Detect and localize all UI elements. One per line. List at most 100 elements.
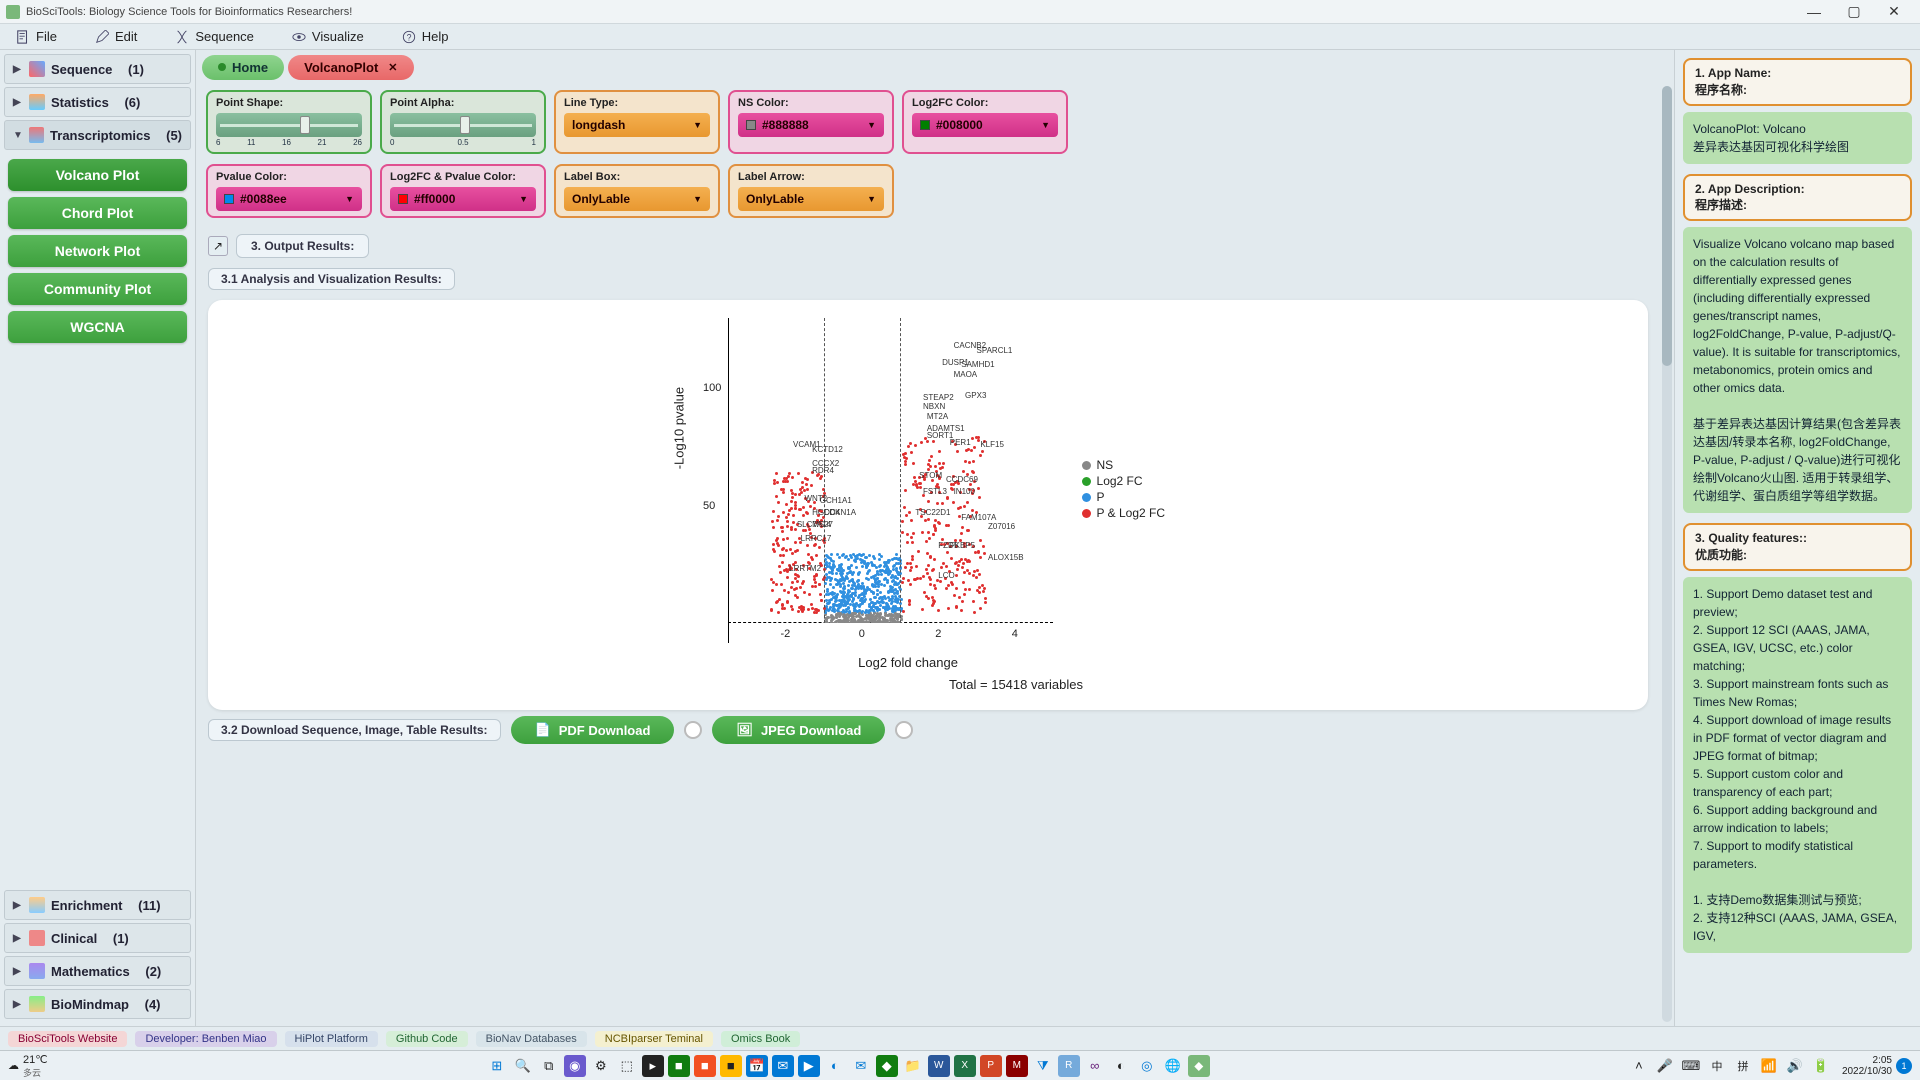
ns-color-select[interactable]: #888888 ▼ <box>738 113 884 137</box>
start-icon[interactable]: ⊞ <box>486 1055 508 1077</box>
battery-icon[interactable]: 🔋 <box>1810 1055 1832 1077</box>
app-icon-10[interactable]: M <box>1006 1055 1028 1077</box>
menu-help[interactable]: ? Help <box>396 27 455 46</box>
clock-date: 2022/10/30 <box>1842 1066 1892 1077</box>
app-icon-2[interactable]: ⬚ <box>616 1055 638 1077</box>
tab-close-icon[interactable]: ✕ <box>388 61 397 74</box>
notification-icon[interactable]: 1 <box>1896 1058 1912 1074</box>
section-analysis-header: 3.1 Analysis and Visualization Results: <box>208 268 455 290</box>
export-icon[interactable]: ↗ <box>208 236 228 256</box>
sidebar-item-chord-plot[interactable]: Chord Plot <box>8 197 187 229</box>
menu-visualize[interactable]: Visualize <box>286 27 370 46</box>
chevron-down-icon: ▼ <box>13 130 23 141</box>
excel-icon[interactable]: X <box>954 1055 976 1077</box>
wifi-icon[interactable]: 📶 <box>1758 1055 1780 1077</box>
math-icon <box>29 963 45 979</box>
app-icon-7[interactable]: ✉ <box>772 1055 794 1077</box>
taskbar-weather[interactable]: ☁ 21℃ 多云 <box>8 1053 48 1079</box>
app-icon-11[interactable]: ◐ <box>1110 1055 1132 1077</box>
app-icon-8[interactable]: ▶ <box>798 1055 820 1077</box>
close-button[interactable]: ✕ <box>1874 1 1914 23</box>
search-icon[interactable]: 🔍 <box>512 1055 534 1077</box>
mail-icon[interactable]: ✉ <box>850 1055 872 1077</box>
home-dot-icon <box>218 63 226 71</box>
both-color-select[interactable]: #ff0000 ▼ <box>390 187 536 211</box>
footer-link-github[interactable]: Github Code <box>386 1031 468 1047</box>
label-box-select[interactable]: OnlyLable ▼ <box>564 187 710 211</box>
sidebar-group-statistics[interactable]: ▶ Statistics (6) <box>4 87 191 117</box>
footer-link-omics[interactable]: Omics Book <box>721 1031 800 1047</box>
menu-file[interactable]: File <box>10 27 63 46</box>
tab-label: Home <box>232 60 268 75</box>
param-point-alpha: Point Alpha: 00.51 <box>380 90 546 154</box>
app-icon-13[interactable]: 🌐 <box>1162 1055 1184 1077</box>
line-type-select[interactable]: longdash ▼ <box>564 113 710 137</box>
point-shape-slider[interactable] <box>216 113 362 137</box>
sidebar-group-sequence[interactable]: ▶ Sequence (1) <box>4 54 191 84</box>
pvalue-color-select[interactable]: #0088ee ▼ <box>216 187 362 211</box>
sidebar-item-wgcna[interactable]: WGCNA <box>8 311 187 343</box>
sidebar: ▶ Sequence (1) ▶ Statistics (6) ▼ Transc… <box>0 50 196 1026</box>
sidebar-item-community-plot[interactable]: Community Plot <box>8 273 187 305</box>
app-icon-3[interactable]: ■ <box>668 1055 690 1077</box>
app-icon-5[interactable]: ■ <box>720 1055 742 1077</box>
app-icon-12[interactable]: ◎ <box>1136 1055 1158 1077</box>
explorer-icon[interactable]: 📁 <box>902 1055 924 1077</box>
param-label: Point Alpha: <box>390 97 536 109</box>
tab-volcanoplot[interactable]: VolcanoPlot ✕ <box>288 55 413 80</box>
menu-edit[interactable]: Edit <box>89 27 143 46</box>
app-icon-4[interactable]: ■ <box>694 1055 716 1077</box>
powerpoint-icon[interactable]: P <box>980 1055 1002 1077</box>
minimize-button[interactable]: — <box>1794 1 1834 23</box>
temperature: 21℃ <box>23 1053 48 1066</box>
sidebar-item-network-plot[interactable]: Network Plot <box>8 235 187 267</box>
vs-icon[interactable]: ∞ <box>1084 1055 1106 1077</box>
sidebar-group-transcriptomics[interactable]: ▼ Transcriptomics (5) <box>4 120 191 150</box>
sidebar-group-label: Enrichment <box>51 898 123 913</box>
ime2-icon[interactable]: 拼 <box>1732 1055 1754 1077</box>
sidebar-item-volcano-plot[interactable]: Volcano Plot <box>8 159 187 191</box>
help-icon: ? <box>402 30 416 44</box>
image-icon: 🖼 <box>736 722 753 738</box>
footer-link-developer[interactable]: Developer: Benben Miao <box>135 1031 276 1047</box>
pdf-download-button[interactable]: 📄 PDF Download <box>511 716 675 744</box>
app-icon-6[interactable]: 📅 <box>746 1055 768 1077</box>
rstudio-icon[interactable]: R <box>1058 1055 1080 1077</box>
mic-icon[interactable]: 🎤 <box>1654 1055 1676 1077</box>
footer-link-bionav[interactable]: BioNav Databases <box>476 1031 587 1047</box>
vscode-icon[interactable]: ⧩ <box>1032 1055 1054 1077</box>
maximize-button[interactable]: ▢ <box>1834 1 1874 23</box>
sidebar-group-biomindmap[interactable]: ▶ BioMindmap (4) <box>4 989 191 1019</box>
bioscitools-taskbar-icon[interactable]: ⬥ <box>1188 1055 1210 1077</box>
app-icon-1[interactable]: ◉ <box>564 1055 586 1077</box>
param-label-box: Label Box: OnlyLable ▼ <box>554 164 720 218</box>
tray-chevron-icon[interactable]: ˄ <box>1628 1055 1650 1077</box>
chart-panel: -Log10 pvalue Log2 fold change Total = 1… <box>208 300 1648 710</box>
app-icon <box>6 5 20 19</box>
log2fc-color-select[interactable]: #008000 ▼ <box>912 113 1058 137</box>
taskbar-clock[interactable]: 2:05 2022/10/30 <box>1842 1055 1892 1077</box>
terminal-icon[interactable]: ▸ <box>642 1055 664 1077</box>
sidebar-group-clinical[interactable]: ▶ Clinical (1) <box>4 923 191 953</box>
sidebar-group-enrichment[interactable]: ▶ Enrichment (11) <box>4 890 191 920</box>
keyboard-icon[interactable]: ⌨ <box>1680 1055 1702 1077</box>
footer-link-ncbi[interactable]: NCBIparser Teminal <box>595 1031 713 1047</box>
menu-sequence[interactable]: Sequence <box>169 27 260 46</box>
taskview-icon[interactable]: ⧉ <box>538 1055 560 1077</box>
ime-icon[interactable]: 中 <box>1706 1055 1728 1077</box>
settings-icon[interactable]: ⚙ <box>590 1055 612 1077</box>
volume-icon[interactable]: 🔊 <box>1784 1055 1806 1077</box>
scrollbar-thumb[interactable] <box>1662 86 1672 366</box>
footer-link-website[interactable]: BioSciTools Website <box>8 1031 127 1047</box>
jpeg-download-button[interactable]: 🖼 JPEG Download <box>712 716 885 744</box>
button-label: PDF Download <box>559 723 651 738</box>
tab-bar: Home VolcanoPlot ✕ <box>196 50 1674 84</box>
word-icon[interactable]: W <box>928 1055 950 1077</box>
footer-link-hiplot[interactable]: HiPlot Platform <box>285 1031 378 1047</box>
app-icon-9[interactable]: ◆ <box>876 1055 898 1077</box>
point-alpha-slider[interactable] <box>390 113 536 137</box>
label-arrow-select[interactable]: OnlyLable ▼ <box>738 187 884 211</box>
edge-icon[interactable]: ◐ <box>824 1055 846 1077</box>
sidebar-group-mathematics[interactable]: ▶ Mathematics (2) <box>4 956 191 986</box>
tab-home[interactable]: Home <box>202 55 284 80</box>
